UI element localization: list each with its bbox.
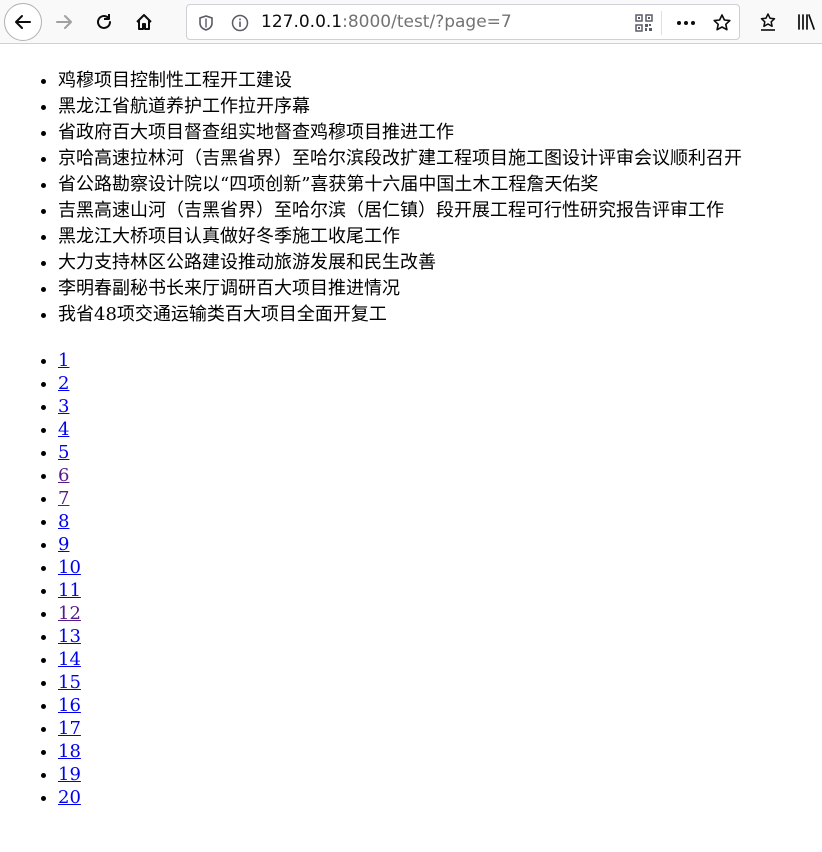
qr-code-icon[interactable] (633, 12, 655, 34)
pagination-list: 1234567891011121314151617181920 (0, 349, 81, 809)
pagination-item: 4 (58, 418, 81, 441)
address-bar-divider (661, 11, 662, 35)
news-item: 黑龙江大桥项目认真做好冬季施工收尾工作 (58, 224, 822, 250)
url-text[interactable]: 127.0.0.1:8000/test/?page=7 (261, 12, 512, 32)
page-link-16[interactable]: 16 (58, 695, 81, 716)
url-path: :8000/test/?page=7 (342, 12, 512, 32)
browser-toolbar: 127.0.0.1:8000/test/?page=7 (0, 0, 822, 44)
news-item: 黑龙江省航道养护工作拉开序幕 (58, 94, 822, 120)
library-button[interactable] (788, 4, 822, 40)
page-link-6[interactable]: 6 (58, 465, 69, 486)
arrow-left-icon (15, 15, 31, 29)
forward-button[interactable] (46, 4, 82, 40)
page-link-8[interactable]: 8 (58, 511, 69, 532)
news-item: 鸡穆项目控制性工程开工建设 (58, 68, 822, 94)
home-icon (136, 14, 152, 30)
arrow-right-icon (56, 15, 72, 29)
page-link-12[interactable]: 12 (58, 603, 81, 624)
pagination-item: 7 (58, 487, 81, 510)
pagination-item: 18 (58, 740, 81, 763)
pagination-item: 1 (58, 349, 81, 372)
pagination-item: 10 (58, 556, 81, 579)
page-link-13[interactable]: 13 (58, 626, 81, 647)
star-list-icon (760, 13, 776, 31)
library-star-button[interactable] (750, 4, 786, 40)
reload-icon (97, 14, 111, 29)
page-link-18[interactable]: 18 (58, 741, 81, 762)
page-link-3[interactable]: 3 (58, 396, 69, 417)
pagination-item: 6 (58, 464, 81, 487)
news-item: 大力支持林区公路建设推动旅游发展和民生改善 (58, 250, 822, 276)
home-button[interactable] (126, 4, 162, 40)
page-link-9[interactable]: 9 (58, 534, 69, 555)
news-item: 吉黑高速山河（吉黑省界）至哈尔滨（居仁镇）段开展工程可行性研究报告评审工作 (58, 198, 822, 224)
pagination-item: 12 (58, 602, 81, 625)
pagination-item: 11 (58, 579, 81, 602)
info-icon[interactable] (229, 12, 251, 34)
url-host: 127.0.0.1 (261, 12, 343, 32)
page-link-17[interactable]: 17 (58, 718, 81, 739)
page-link-11[interactable]: 11 (58, 580, 81, 601)
page-link-5[interactable]: 5 (58, 442, 69, 463)
page-link-4[interactable]: 4 (58, 419, 69, 440)
pagination-item: 2 (58, 372, 81, 395)
reload-button[interactable] (86, 4, 122, 40)
page-link-20[interactable]: 20 (58, 787, 81, 808)
pagination-item: 17 (58, 717, 81, 740)
more-actions-icon[interactable] (675, 12, 697, 34)
pagination-item: 19 (58, 763, 81, 786)
news-item: 京哈高速拉林河（吉黑省界）至哈尔滨段改扩建工程项目施工图设计评审会议顺利召开 (58, 146, 822, 172)
news-item: 我省48项交通运输类百大项目全面开复工 (58, 302, 822, 328)
shield-icon[interactable] (195, 12, 217, 34)
address-bar[interactable]: 127.0.0.1:8000/test/?page=7 (186, 4, 740, 40)
page-link-19[interactable]: 19 (58, 764, 81, 785)
pagination-item: 15 (58, 671, 81, 694)
pagination-item: 16 (58, 694, 81, 717)
pagination-item: 20 (58, 786, 81, 809)
pagination-item: 8 (58, 510, 81, 533)
pagination-item: 5 (58, 441, 81, 464)
page-link-14[interactable]: 14 (58, 649, 81, 670)
news-item: 省公路勘察设计院以“四项创新”喜获第十六届中国土木工程詹天佑奖 (58, 172, 822, 198)
page-link-2[interactable]: 2 (58, 373, 69, 394)
page-link-7[interactable]: 7 (58, 488, 69, 509)
pagination-item: 9 (58, 533, 81, 556)
pagination-item: 14 (58, 648, 81, 671)
pagination-item: 3 (58, 395, 81, 418)
page-link-1[interactable]: 1 (58, 350, 69, 371)
back-button[interactable] (4, 3, 42, 41)
news-list: 鸡穆项目控制性工程开工建设黑龙江省航道养护工作拉开序幕省政府百大项目督查组实地督… (0, 68, 822, 328)
pagination-item: 13 (58, 625, 81, 648)
news-item: 省政府百大项目督查组实地督查鸡穆项目推进工作 (58, 120, 822, 146)
page-link-15[interactable]: 15 (58, 672, 81, 693)
bookmark-star-icon[interactable] (711, 12, 733, 34)
page-link-10[interactable]: 10 (58, 557, 81, 578)
library-icon (798, 14, 815, 30)
news-item: 李明春副秘书长来厅调研百大项目推进情况 (58, 276, 822, 302)
